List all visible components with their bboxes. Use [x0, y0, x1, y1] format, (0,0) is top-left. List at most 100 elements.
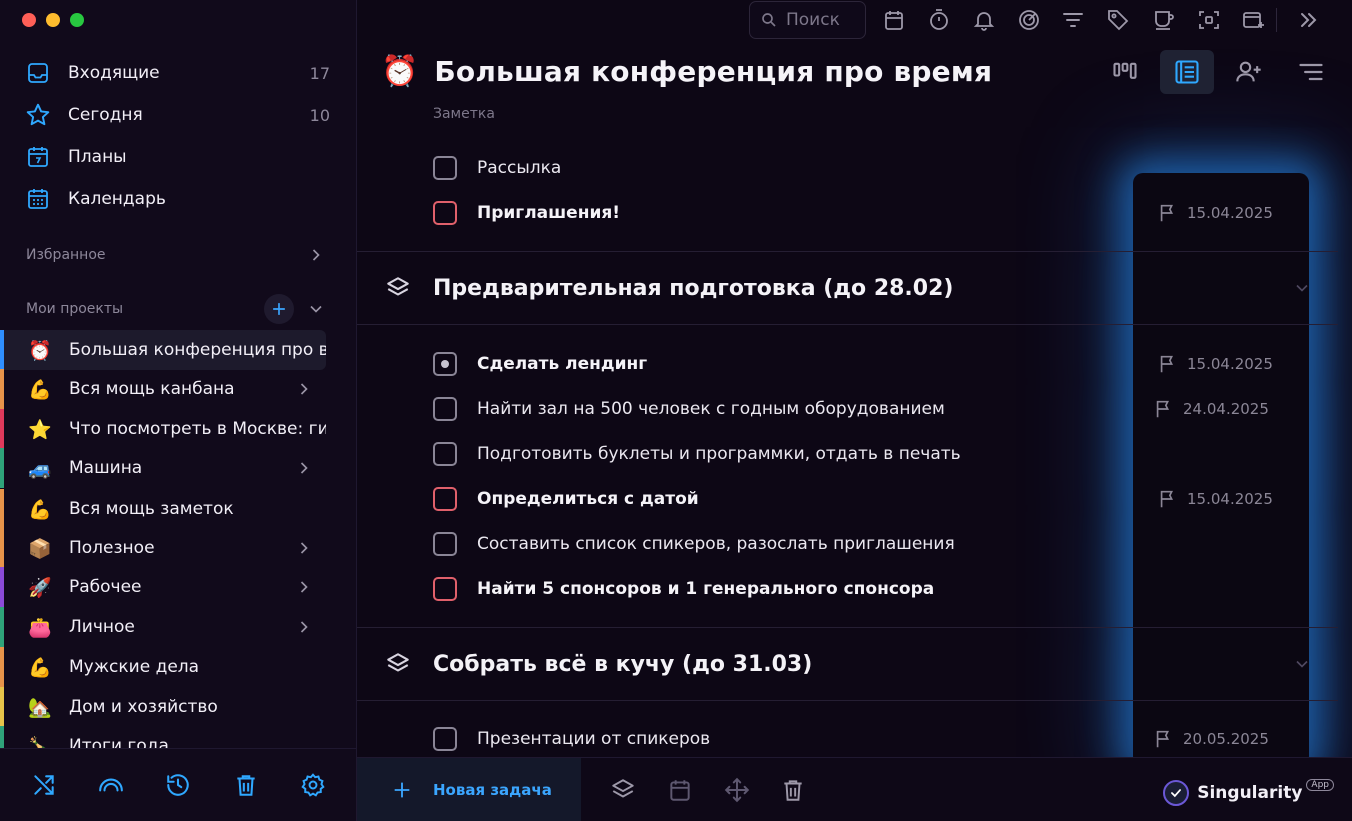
task-row[interactable]: Найти 5 спонсоров и 1 генерального спонс…: [433, 572, 1332, 606]
task-due-date[interactable]: 15.04.2025: [1157, 353, 1273, 375]
project-color-bar: [0, 489, 4, 529]
bell-icon[interactable]: [972, 8, 996, 32]
task-row[interactable]: Определиться с датой 15.04.2025: [433, 482, 1332, 516]
project-item[interactable]: 💪 Вся мощь канбана: [0, 369, 326, 409]
task-title[interactable]: Рассылка: [477, 158, 1332, 178]
project-color-bar: [0, 726, 4, 748]
layers-icon: [387, 653, 409, 672]
project-label: Что посмотреть в Москве: гид: [69, 419, 326, 439]
task-title[interactable]: Найти 5 спонсоров и 1 генерального спонс…: [477, 579, 1332, 599]
project-item[interactable]: 📦 Полезное: [0, 528, 326, 568]
task-row[interactable]: Подготовить буклеты и программки, отдать…: [433, 437, 1332, 471]
zoom-window-button[interactable]: [70, 13, 84, 27]
project-item[interactable]: 🚀 Рабочее: [0, 567, 326, 607]
nav-inbox[interactable]: Входящие 17: [24, 57, 334, 89]
nav-today[interactable]: Сегодня 10: [24, 99, 334, 131]
project-item[interactable]: 🏡 Дом и хозяйство: [0, 687, 326, 727]
trash-icon[interactable]: [233, 772, 259, 798]
task-checkbox[interactable]: [433, 201, 457, 225]
task-due-date[interactable]: 15.04.2025: [1157, 202, 1273, 224]
chevron-right-icon[interactable]: [294, 617, 314, 637]
kanban-view-button[interactable]: [1098, 50, 1152, 94]
tag-icon[interactable]: [1106, 8, 1130, 32]
task-checkbox[interactable]: [433, 532, 457, 556]
top-toolbar: Поиск: [357, 0, 1352, 42]
add-project-button[interactable]: [264, 294, 294, 324]
calendar-grid-icon: [24, 185, 52, 213]
package-icon: 📦: [28, 537, 52, 560]
list-view-button[interactable]: [1160, 50, 1214, 94]
task-due-date[interactable]: 20.05.2025: [1153, 728, 1269, 750]
chevron-right-icon[interactable]: [294, 458, 314, 478]
task-due-date[interactable]: 15.04.2025: [1157, 488, 1273, 510]
gear-icon[interactable]: [300, 772, 326, 798]
task-title[interactable]: Подготовить буклеты и программки, отдать…: [477, 444, 1332, 464]
chevron-down-icon[interactable]: [306, 299, 326, 319]
task-group-header[interactable]: Предварительная подготовка (до 28.02): [357, 251, 1338, 325]
chevron-down-icon[interactable]: [1292, 278, 1312, 298]
task-due-date[interactable]: 24.04.2025: [1153, 398, 1269, 420]
calendar-day-icon: [24, 143, 52, 171]
layers-icon[interactable]: [610, 777, 636, 803]
scan-icon[interactable]: [1197, 8, 1221, 32]
focus-icon[interactable]: [1017, 8, 1041, 32]
chevron-right-icon[interactable]: [294, 538, 314, 558]
sort-button[interactable]: [1284, 50, 1338, 94]
flexed-biceps-icon: 💪: [28, 656, 52, 679]
rainbow-icon[interactable]: [98, 772, 124, 798]
task-checkbox[interactable]: [433, 487, 457, 511]
project-item[interactable]: ⭐ Что посмотреть в Москве: гид: [0, 409, 326, 449]
chevron-right-icon[interactable]: [294, 379, 314, 399]
nav-plans[interactable]: Планы: [24, 141, 334, 173]
task-checkbox[interactable]: [433, 442, 457, 466]
task-checkbox[interactable]: [433, 727, 457, 751]
minimize-window-button[interactable]: [46, 13, 60, 27]
project-item[interactable]: 💪 Вся мощь заметок: [0, 489, 326, 529]
task-checkbox[interactable]: [433, 577, 457, 601]
new-task-button[interactable]: Новая задача: [357, 758, 581, 821]
task-row[interactable]: Презентации от спикеров 20.05.2025: [433, 722, 1332, 756]
move-icon[interactable]: [724, 777, 750, 803]
calendar-icon[interactable]: [667, 777, 693, 803]
group-title[interactable]: Предварительная подготовка (до 28.02): [433, 276, 1292, 301]
project-item[interactable]: 🍾 Итоги года: [0, 726, 326, 748]
task-group-header[interactable]: Собрать всё в кучу (до 31.03): [357, 627, 1338, 701]
cup-icon[interactable]: [1152, 8, 1176, 32]
calendar-icon[interactable]: [882, 8, 906, 32]
task-row[interactable]: Найти зал на 500 человек с годным оборуд…: [433, 392, 1332, 426]
task-checkbox[interactable]: [433, 156, 457, 180]
chevron-down-icon[interactable]: [1292, 654, 1312, 674]
project-color-bar: [0, 607, 4, 647]
task-row[interactable]: Сделать лендинг 15.04.2025: [433, 347, 1332, 381]
house-icon: 🏡: [28, 696, 52, 719]
nav-plans-label: Планы: [68, 147, 127, 167]
page-title[interactable]: Большая конференция про время: [434, 55, 992, 88]
note-field[interactable]: Заметка: [433, 106, 495, 122]
task-checkbox-in-progress[interactable]: [433, 352, 457, 376]
window-add-icon[interactable]: [1241, 8, 1265, 32]
close-window-button[interactable]: [22, 13, 36, 27]
shuffle-icon[interactable]: [31, 772, 57, 798]
task-title[interactable]: Составить список спикеров, разослать при…: [477, 534, 1332, 554]
project-item[interactable]: 💪 Мужские дела: [0, 647, 326, 687]
favorites-section[interactable]: Избранное: [26, 243, 326, 267]
history-icon[interactable]: [165, 772, 191, 798]
assign-user-button[interactable]: [1222, 50, 1276, 94]
search-input[interactable]: Поиск: [749, 1, 866, 39]
trash-icon[interactable]: [780, 777, 806, 803]
project-color-bar: [0, 567, 4, 607]
project-item[interactable]: 👛 Личное: [0, 607, 326, 647]
project-item[interactable]: ⏰ Большая конференция про время: [0, 330, 326, 370]
task-row[interactable]: Рассылка: [433, 151, 1332, 185]
task-row[interactable]: Составить список спикеров, разослать при…: [433, 527, 1332, 561]
task-row[interactable]: Приглашения! 15.04.2025: [433, 196, 1332, 230]
filter-icon[interactable]: [1061, 8, 1085, 32]
project-item[interactable]: 🚙 Машина: [0, 448, 326, 488]
project-label: Личное: [69, 617, 135, 637]
nav-calendar[interactable]: Календарь: [24, 183, 334, 215]
chevron-right-icon[interactable]: [294, 577, 314, 597]
timer-icon[interactable]: [927, 8, 951, 32]
collapse-right-icon[interactable]: [1297, 8, 1321, 32]
task-checkbox[interactable]: [433, 397, 457, 421]
group-title[interactable]: Собрать всё в кучу (до 31.03): [433, 652, 1292, 677]
